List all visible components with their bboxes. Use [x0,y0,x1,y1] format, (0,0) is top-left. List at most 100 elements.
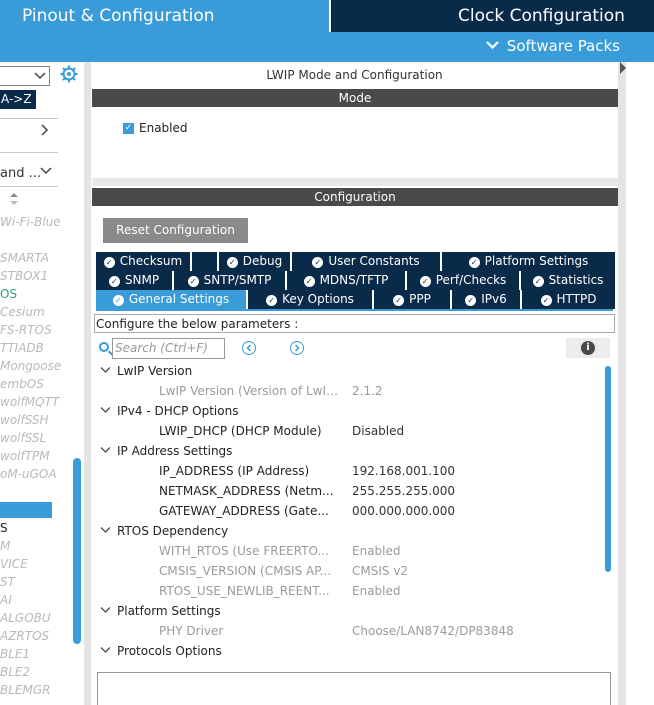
tree-param-row[interactable]: LWIP_DHCP (DHCP Module) Disabled [91,423,604,443]
tab-label: SNMP [124,273,160,287]
software-packs-menu[interactable]: Software Packs [486,37,620,55]
tab-platform-settings[interactable]: ✓ Platform Settings [442,252,617,271]
collapse-arrow-icon[interactable] [620,62,626,85]
gear-icon[interactable] [60,65,78,83]
chevron-down-icon[interactable] [100,366,111,377]
sidebar-list-item[interactable]: VICE [0,557,28,571]
param-value[interactable]: CMSIS v2 [352,564,408,578]
tab-pinout-configuration[interactable]: Pinout & Configuration [0,0,329,32]
sidebar-list-item[interactable]: M [0,539,10,553]
sidebar-list-item[interactable]: OS [0,287,17,301]
sidebar-list-item[interactable]: TTIADB [0,341,44,355]
tab-user-constants[interactable]: ✓ User Constants [292,252,442,271]
splitter[interactable] [84,62,91,705]
lwip-config-panel: LWIP Mode and Configuration Mode ✓ Enabl… [91,62,618,705]
sidebar-list-item[interactable]: BLEMGR [0,683,51,697]
param-value[interactable]: 255.255.255.000 [352,484,455,498]
chevron-down-icon[interactable] [100,446,111,457]
tree-param-row[interactable]: PHY Driver Choose/LAN8742/DP83848 [91,623,604,643]
tab-label: HTTPD [556,292,597,306]
sidebar-list-item[interactable]: wolfTPM [0,449,50,463]
tree-group-row[interactable]: IP Address Settings [91,443,604,463]
tree-group-row[interactable]: LwIP Version [91,363,604,383]
sidebar-list-item[interactable]: wolfMQTT [0,395,59,409]
tab-debug[interactable]: ✓ Debug [219,252,292,271]
chevron-down-icon[interactable] [100,606,111,617]
sidebar-list-item[interactable]: oM-uGOA [0,467,57,481]
sidebar-scrollbar[interactable] [73,458,81,644]
sidebar-list-item[interactable]: Wi-Fi-Blue [0,215,61,229]
chevron-down-icon[interactable] [40,164,52,178]
tab-perf-checks[interactable]: ✓ Perf/Checks [407,271,521,290]
sidebar-list-item[interactable]: SMARTA [0,251,49,265]
sidebar-list-item[interactable]: embOS [0,377,44,391]
param-name: RTOS_USE_NEWLIB_REENT... [159,584,330,598]
search-input[interactable]: Search (Ctrl+F) [112,338,225,359]
tab-clock-configuration[interactable]: Clock Configuration [331,0,654,32]
search-prev-icon[interactable] [242,341,256,355]
param-value[interactable]: Enabled [352,544,401,558]
sort-arrows-icon[interactable] [10,193,18,207]
tab-httpd[interactable]: ✓ HTTPD [522,290,617,309]
sidebar-list-item[interactable]: wolfSSL [0,431,46,445]
search-next-icon[interactable] [290,341,304,355]
tree-param-row[interactable]: NETMASK_ADDRESS (Netm... 255.255.255.000 [91,483,604,503]
tab-statistics[interactable]: ✓ Statistics [521,271,617,290]
tree-param-row[interactable]: RTOS_USE_NEWLIB_REENT... Enabled [91,583,604,603]
chevron-down-icon[interactable] [100,406,111,417]
tree-param-row[interactable]: IP_ADDRESS (IP Address) 192.168.001.100 [91,463,604,483]
sidebar-list-item[interactable]: BLE1 [0,647,30,661]
sidebar-list-item[interactable]: FS-RTOS [0,323,52,337]
param-value[interactable]: 2.1.2 [352,384,383,398]
tab-key-options[interactable]: ✓ Key Options [248,290,374,309]
param-value[interactable]: Enabled [352,584,401,598]
sidebar-list-item[interactable]: STBOX1 [0,269,48,283]
chevron-right-icon[interactable] [40,124,49,140]
param-value[interactable]: 192.168.001.100 [352,464,455,478]
sort-az-button[interactable]: A->Z [0,90,36,109]
tree-scrollbar[interactable] [605,366,611,572]
tab-label: Platform Settings [484,254,589,268]
tab-checksum[interactable]: ✓ Checksum [96,252,192,271]
check-circle-icon: ✓ [187,276,199,287]
selected-list-item[interactable] [0,502,52,518]
tree-param-row[interactable]: CMSIS_VERSION (CMSIS AP... CMSIS v2 [91,563,604,583]
tab-label: Debug [242,254,283,268]
sidebar-list-item[interactable]: AZRTOS [0,629,49,643]
tab-label: Statistics [548,273,604,287]
tree-param-row[interactable]: LwIP Version (Version of LwIP ... 2.1.2 [91,383,604,403]
sidebar-list-item[interactable]: S [0,521,8,535]
param-value[interactable]: Choose/LAN8742/DP83848 [352,624,514,638]
info-button[interactable]: i [566,338,610,358]
tab-underline [96,309,613,311]
sidebar-list-item[interactable]: wolfSSH [0,413,49,427]
right-splitter[interactable] [618,62,626,705]
tab-sntp-smtp[interactable]: ✓ SNTP/SMTP [174,271,287,290]
chevron-down-icon[interactable] [100,646,111,657]
sidebar-list-item[interactable]: Mongoose [0,359,61,373]
tree-group-row[interactable]: Protocols Options [91,643,604,662]
tree-group-row[interactable]: Platform Settings [91,603,604,623]
tab-ppp[interactable]: ✓ PPP [374,290,452,309]
category-select[interactable] [0,66,50,86]
tree-param-row[interactable]: WITH_RTOS (Use FREERTO... Enabled [91,543,604,563]
tab-mdns-tftp[interactable]: ✓ MDNS/TFTP [287,271,407,290]
tree-group-row[interactable]: RTOS Dependency [91,523,604,543]
sidebar-list-item[interactable]: BLE2 [0,665,30,679]
sidebar-list-item[interactable]: AI [0,593,12,607]
tab-general-settings[interactable]: ✓ General Settings [96,290,248,309]
tab-ipv6[interactable]: ✓ IPv6 [452,290,522,309]
sidebar-list-item[interactable]: Cesium [0,305,45,319]
tab-snmp[interactable]: ✓ SNMP [96,271,174,290]
chevron-down-icon[interactable] [100,526,111,537]
sidebar-list-item[interactable]: ALGOBU [0,611,51,625]
tree-group-row[interactable]: IPv4 - DHCP Options [91,403,604,423]
reset-configuration-button[interactable]: Reset Configuration [103,218,248,243]
param-value[interactable]: 000.000.000.000 [352,504,455,518]
enabled-checkbox[interactable]: ✓ [123,123,134,134]
sidebar-list-item[interactable]: ST [0,575,15,589]
tree-param-row[interactable]: GATEWAY_ADDRESS (Gate... 000.000.000.000 [91,503,604,523]
divider [0,186,58,187]
sidebar-category-label[interactable]: and ... [0,166,41,181]
param-value[interactable]: Disabled [352,424,404,438]
